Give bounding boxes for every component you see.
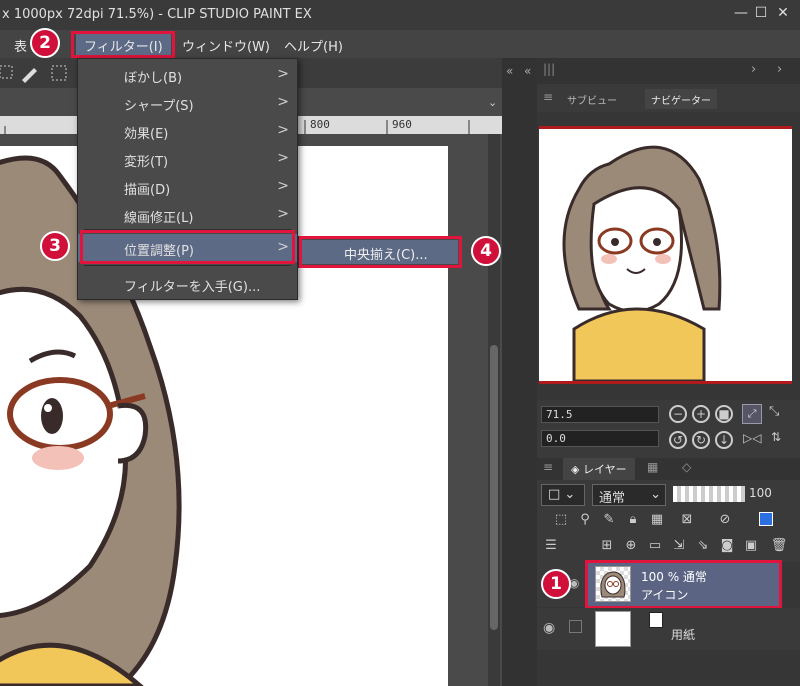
new-vector-layer-icon[interactable]: ⊕ xyxy=(621,536,641,556)
tab-subview[interactable]: サブビュー xyxy=(561,89,623,109)
reference-layer-icon[interactable]: ⚲ xyxy=(575,510,595,530)
opacity-slider[interactable] xyxy=(673,486,745,502)
annotation-layer-box xyxy=(585,560,782,609)
navigator-thumbnail xyxy=(562,145,722,383)
expand-right-icon[interactable]: › xyxy=(777,62,782,77)
apply-mask-icon[interactable]: ▣ xyxy=(741,536,761,556)
layer-property-bar: □ ⌄ 通常 ⌄ 100 ⬚ ⚲ ✎ 🔒︎ ▦ ⊠ ⊘ ☰ ⊞ ⊕ ▭ ⇲ ⇘ … xyxy=(537,480,800,562)
panel-header: ||| › › xyxy=(537,58,800,84)
paper-icon xyxy=(649,612,663,628)
window-title: x 1000px 72dpi 71.5%) - CLIP STUDIO PAIN… xyxy=(2,7,312,22)
blend-mode-dropdown[interactable]: 通常 ⌄ xyxy=(592,484,666,506)
layer-name: 用紙 xyxy=(671,628,696,642)
flip-horizontal-icon[interactable]: ▷◁ xyxy=(743,431,761,445)
maximize-button[interactable]: ☐ xyxy=(752,4,770,22)
clip-layer-icon[interactable]: ⬚ xyxy=(551,510,571,530)
selection-tools-icon[interactable] xyxy=(0,58,80,88)
chevron-right-icon: > xyxy=(277,206,289,222)
new-raster-layer-icon[interactable]: ⊞ xyxy=(597,536,617,556)
filter-item-blur[interactable]: ぼかし(B) > xyxy=(78,61,297,89)
annotation-center-box xyxy=(299,236,462,268)
ruler-visibility-icon[interactable]: ⊘ xyxy=(715,510,735,530)
filter-item-line-correction[interactable]: 線画修正(L) > xyxy=(78,201,297,229)
grip-icon[interactable]: ||| xyxy=(543,62,555,76)
tab-animation-icon[interactable]: ▦ xyxy=(647,460,658,474)
layer-thumbnail xyxy=(595,611,631,647)
layer-list-icon[interactable]: ☰ xyxy=(541,536,561,556)
filter-item-get-filters[interactable]: フィルターを入手(G)... xyxy=(78,270,297,298)
reset-rotation-icon[interactable]: ↓ xyxy=(715,431,733,449)
draft-layer-icon[interactable]: ✎ xyxy=(599,510,619,530)
layer-row-paper[interactable]: ◉ 用紙 xyxy=(537,608,800,650)
collapse-left-icon[interactable]: « xyxy=(506,64,513,78)
menu-view-partial[interactable]: 表 xyxy=(14,36,27,55)
menu-help[interactable]: ヘルプ(H) xyxy=(284,36,343,55)
actual-size-icon[interactable]: ⤡ xyxy=(769,404,779,419)
menu-icon[interactable]: ≡ xyxy=(543,460,553,474)
step-badge-2: 2 xyxy=(30,28,60,58)
annotation-filter-box xyxy=(71,31,175,58)
tab-navigator[interactable]: ナビゲーター xyxy=(645,89,717,109)
chevron-right-icon: > xyxy=(277,178,289,194)
merge-down-icon[interactable]: ⇘ xyxy=(693,536,713,556)
new-folder-icon[interactable]: ▭ xyxy=(645,536,665,556)
lock-transparency-icon[interactable]: ▦ xyxy=(647,510,667,530)
chevron-right-icon: > xyxy=(277,150,289,166)
step-badge-4: 4 xyxy=(471,236,501,266)
annotation-position-box xyxy=(80,230,295,264)
transfer-down-icon[interactable]: ⇲ xyxy=(669,536,689,556)
zoom-out-icon[interactable]: − xyxy=(669,405,687,423)
eye-icon[interactable]: ◉ xyxy=(543,620,555,636)
navigator-controls: 71.5 0.0 − + ■ ⤢ ⤡ ↺ ↻ ↓ ▷◁ ⇅ xyxy=(537,400,800,460)
tab-3d-icon[interactable]: ◇ xyxy=(682,460,691,474)
opacity-value: 100 xyxy=(749,486,772,500)
rotate-right-icon[interactable]: ↻ xyxy=(692,431,710,449)
menu-icon[interactable]: ≡ xyxy=(543,90,553,104)
menu-divider xyxy=(84,265,291,266)
layer-color-dropdown[interactable]: □ ⌄ xyxy=(541,484,585,506)
lock-checkbox[interactable] xyxy=(569,620,582,633)
scrollbar-thumb[interactable] xyxy=(490,345,498,630)
filter-item-render[interactable]: 描画(D) > xyxy=(78,173,297,201)
flip-vertical-icon[interactable]: ⇅ xyxy=(771,430,781,444)
trash-icon[interactable]: 🗑︎ xyxy=(769,536,789,556)
layer-color-swatch[interactable] xyxy=(759,512,773,526)
chevron-right-icon: > xyxy=(277,122,289,138)
navigator-tabs: ≡ サブビュー ナビゲーター xyxy=(537,84,800,112)
mask-icon[interactable]: ⊠ xyxy=(677,510,697,530)
rotate-left-icon[interactable]: ↺ xyxy=(669,431,687,449)
navigator-preview[interactable] xyxy=(539,126,792,384)
chevron-right-icon: > xyxy=(277,66,289,82)
chevron-right-icon: > xyxy=(277,94,289,110)
tab-layer[interactable]: ◈ レイヤー xyxy=(563,458,635,480)
lock-icon[interactable]: 🔒︎ xyxy=(623,510,643,530)
filter-item-effect[interactable]: 効果(E) > xyxy=(78,117,297,145)
filter-item-sharpen[interactable]: シャープ(S) > xyxy=(78,89,297,117)
layers-icon: ◈ xyxy=(571,463,583,476)
chevron-down-icon[interactable]: ⌄ xyxy=(488,96,497,109)
title-bar: x 1000px 72dpi 71.5%) - CLIP STUDIO PAIN… xyxy=(0,0,800,30)
step-badge-3: 3 xyxy=(40,231,70,261)
panel-collapse-column: « « xyxy=(502,58,537,686)
zoom-in-icon[interactable]: + xyxy=(692,405,710,423)
layer-tabs: ≡ ◈ レイヤー ▦ ◇ xyxy=(537,458,800,480)
fit-window-icon[interactable]: ⤢ xyxy=(742,404,762,424)
filter-item-transform[interactable]: 変形(T) > xyxy=(78,145,297,173)
layer-mask-icon[interactable]: ◙ xyxy=(717,536,737,556)
minimize-button[interactable]: — xyxy=(732,4,750,22)
expand-right-icon[interactable]: › xyxy=(751,62,756,77)
chevron-down-icon: ⌄ xyxy=(650,487,661,502)
rotate-field[interactable]: 0.0 xyxy=(541,430,659,447)
menu-window[interactable]: ウィンドウ(W) xyxy=(182,36,270,55)
collapse-left-icon[interactable]: « xyxy=(524,64,531,78)
fit-stop-icon[interactable]: ■ xyxy=(715,405,733,423)
step-badge-1: 1 xyxy=(541,569,571,599)
close-button[interactable]: ✕ xyxy=(774,4,792,22)
zoom-field[interactable]: 71.5 xyxy=(541,406,659,423)
